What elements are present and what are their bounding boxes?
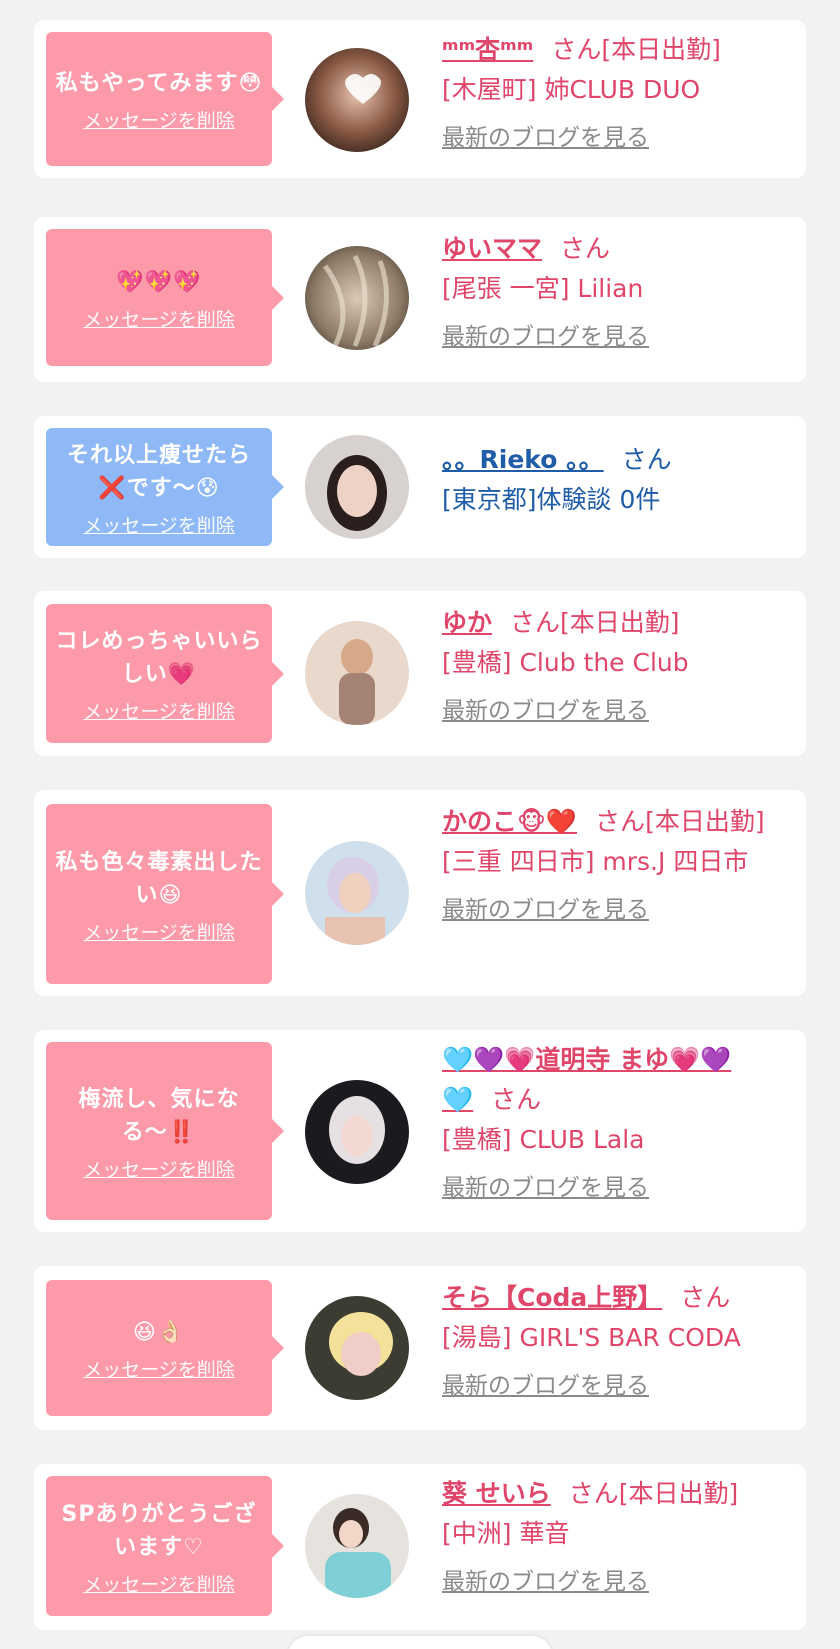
user-info: 。。Rieko 。。 さん [東京都]体験談 0件 xyxy=(442,440,772,520)
san-label: さん xyxy=(621,445,672,474)
san-label: さん xyxy=(510,608,561,637)
latest-blog-link[interactable]: 最新のブログを見る xyxy=(442,118,772,158)
san-label: さん xyxy=(680,1283,731,1312)
message-bubble: 💖💖💖 メッセージを削除 xyxy=(46,229,284,366)
san-label: さん xyxy=(551,35,602,64)
user-name-link[interactable]: そら【Coda上野】 xyxy=(442,1283,662,1312)
shop-info: [豊橋] Club the Club xyxy=(442,648,689,677)
message-bubble: 梅流し、気になる〜‼️ メッセージを削除 xyxy=(46,1042,284,1220)
message-bubble: 私もやってみます😳 メッセージを削除 xyxy=(46,32,284,166)
shop-info: [尾張 一宮] Lilian xyxy=(442,274,644,303)
avatar[interactable] xyxy=(305,841,409,945)
avatar-photo xyxy=(305,841,409,945)
shop-info: [豊橋] CLUB Lala xyxy=(442,1125,645,1154)
message-card: 私もやってみます😳 メッセージを削除 ᵐᵐ杏ᵐᵐ さん[本日出勤] [木屋町] 姉… xyxy=(34,20,806,178)
user-name-link[interactable]: ゆいママ xyxy=(442,234,542,263)
user-info: ᵐᵐ杏ᵐᵐ さん[本日出勤] [木屋町] 姉CLUB DUO 最新のブログを見る xyxy=(442,30,772,158)
delete-message-link[interactable]: メッセージを削除 xyxy=(54,511,264,538)
avatar-photo xyxy=(305,435,409,539)
user-info: ゆいママ さん [尾張 一宮] Lilian 最新のブログを見る xyxy=(442,229,772,357)
bottom-floating-bar[interactable] xyxy=(288,1636,552,1649)
message-bubble: 😆👌🏻 メッセージを削除 xyxy=(46,1280,284,1416)
san-label: さん xyxy=(595,807,646,836)
message-text: 私も色々毒素出したい😆 xyxy=(55,849,263,908)
avatar[interactable] xyxy=(305,48,409,152)
san-label: さん xyxy=(568,1479,619,1508)
avatar[interactable] xyxy=(305,246,409,350)
message-card: 私も色々毒素出したい😆 メッセージを削除 かのこ🐵❤️ さん[本日出勤] [三重 … xyxy=(34,790,806,996)
avatar-photo xyxy=(305,1296,409,1400)
delete-message-link[interactable]: メッセージを削除 xyxy=(54,918,264,945)
message-bubble: コレめっちゃいいらしい💗 メッセージを削除 xyxy=(46,604,284,743)
message-text: コレめっちゃいいらしい💗 xyxy=(55,629,263,687)
shop-info: [木屋町] 姉CLUB DUO xyxy=(442,75,701,104)
avatar-photo xyxy=(305,48,409,152)
latest-blog-link[interactable]: 最新のブログを見る xyxy=(442,1366,772,1406)
user-name-link[interactable]: 🩵💜💗道明寺 まゆ💗💜🩵 xyxy=(442,1045,731,1114)
message-text: それ以上痩せたら❌です〜😰 xyxy=(66,442,251,501)
message-text: SPありがとうございます♡ xyxy=(61,1501,257,1560)
avatar[interactable] xyxy=(305,1296,409,1400)
avatar[interactable] xyxy=(305,1494,409,1598)
message-bubble: SPありがとうございます♡ メッセージを削除 xyxy=(46,1476,284,1616)
user-info: 🩵💜💗道明寺 まゆ💗💜🩵 さん [豊橋] CLUB Lala 最新のブログを見る xyxy=(442,1040,772,1208)
latest-blog-link[interactable]: 最新のブログを見る xyxy=(442,1168,772,1208)
message-bubble: それ以上痩せたら❌です〜😰 メッセージを削除 xyxy=(46,428,284,546)
message-card: 💖💖💖 メッセージを削除 ゆいママ さん [尾張 一宮] Lilian 最新のブロ… xyxy=(34,217,806,382)
latest-blog-link[interactable]: 最新のブログを見る xyxy=(442,1562,772,1602)
status-badge: [本日出勤] xyxy=(560,608,680,637)
latest-blog-link[interactable]: 最新のブログを見る xyxy=(442,317,772,357)
status-badge: [本日出勤] xyxy=(645,807,765,836)
shop-info: [湯島] GIRL'S BAR CODA xyxy=(442,1323,741,1352)
delete-message-link[interactable]: メッセージを削除 xyxy=(54,1355,264,1382)
avatar[interactable] xyxy=(305,1080,409,1184)
user-info: かのこ🐵❤️ さん[本日出勤] [三重 四日市] mrs.J 四日市 最新のブログ… xyxy=(442,802,772,930)
delete-message-link[interactable]: メッセージを削除 xyxy=(54,106,264,133)
avatar-photo xyxy=(305,621,409,725)
message-list: 私もやってみます😳 メッセージを削除 ᵐᵐ杏ᵐᵐ さん[本日出勤] [木屋町] 姉… xyxy=(0,0,840,1649)
message-card: 😆👌🏻 メッセージを削除 そら【Coda上野】 さん [湯島] GIRL'S BA… xyxy=(34,1266,806,1430)
user-info: 葵 せいら さん[本日出勤] [中洲] 華音 最新のブログを見る xyxy=(442,1474,772,1602)
status-badge: [本日出勤] xyxy=(618,1479,739,1508)
user-name-link[interactable]: 。。Rieko 。。 xyxy=(442,445,604,474)
avatar-photo xyxy=(305,246,409,350)
user-info: そら【Coda上野】 さん [湯島] GIRL'S BAR CODA 最新のブログ… xyxy=(442,1278,772,1406)
message-card: コレめっちゃいいらしい💗 メッセージを削除 ゆか さん[本日出勤] [豊橋] Cl… xyxy=(34,591,806,756)
shop-info: [東京都]体験談 0件 xyxy=(442,485,661,514)
user-info: ゆか さん[本日出勤] [豊橋] Club the Club 最新のブログを見る xyxy=(442,603,772,731)
message-card: 梅流し、気になる〜‼️ メッセージを削除 🩵💜💗道明寺 まゆ💗💜🩵 さん [豊橋]… xyxy=(34,1030,806,1232)
san-label: さん xyxy=(560,234,611,263)
avatar[interactable] xyxy=(305,621,409,725)
message-card: SPありがとうございます♡ メッセージを削除 葵 せいら さん[本日出勤] [中洲… xyxy=(34,1464,806,1630)
avatar[interactable] xyxy=(305,435,409,539)
status-badge: [本日出勤] xyxy=(601,35,721,64)
shop-info: [中洲] 華音 xyxy=(442,1519,570,1548)
message-text: 💖💖💖 xyxy=(116,269,202,295)
delete-message-link[interactable]: メッセージを削除 xyxy=(54,305,264,332)
message-text: 梅流し、気になる〜‼️ xyxy=(78,1086,240,1145)
delete-message-link[interactable]: メッセージを削除 xyxy=(54,1155,264,1182)
user-name-link[interactable]: かのこ🐵❤️ xyxy=(442,807,577,836)
latest-blog-link[interactable]: 最新のブログを見る xyxy=(442,890,772,930)
message-text: 😆👌🏻 xyxy=(132,1320,186,1345)
message-text: 私もやってみます😳 xyxy=(55,71,263,96)
delete-message-link[interactable]: メッセージを削除 xyxy=(54,1570,264,1597)
san-label: さん xyxy=(491,1085,542,1114)
shop-info: [三重 四日市] mrs.J 四日市 xyxy=(442,847,749,876)
user-name-link[interactable]: ᵐᵐ杏ᵐᵐ xyxy=(442,35,533,64)
delete-message-link[interactable]: メッセージを削除 xyxy=(54,697,264,724)
message-card: それ以上痩せたら❌です〜😰 メッセージを削除 。。Rieko 。。 さん [東京都… xyxy=(34,416,806,558)
user-name-link[interactable]: ゆか xyxy=(442,608,492,637)
user-name-link[interactable]: 葵 せいら xyxy=(442,1479,551,1508)
latest-blog-link[interactable]: 最新のブログを見る xyxy=(442,691,772,731)
avatar-photo xyxy=(305,1080,409,1184)
avatar-photo xyxy=(305,1494,409,1598)
message-bubble: 私も色々毒素出したい😆 メッセージを削除 xyxy=(46,804,284,984)
